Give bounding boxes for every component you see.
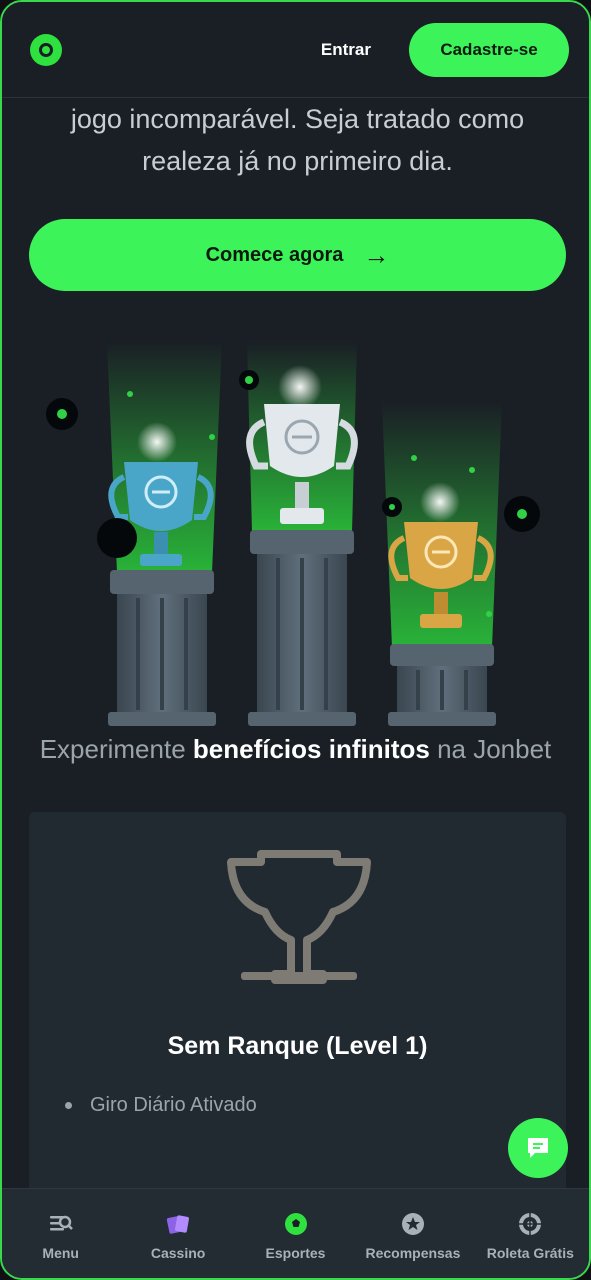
signup-button[interactable]: Cadastre-se (409, 22, 569, 77)
nav-item-cassino[interactable]: Cassino (119, 1189, 236, 1278)
benefits-heading: Experimente benefícios infinitos na Jonb… (2, 734, 589, 765)
login-link[interactable]: Entrar (321, 40, 371, 60)
benefits-prefix: Experimente (39, 734, 186, 764)
hero-line-1: jogo incomparável. Seja tratado como (70, 104, 525, 134)
cards-icon (166, 1215, 190, 1234)
start-now-label: Comece agora (205, 243, 344, 266)
roulette-icon (519, 1213, 542, 1235)
nav-label-cassino: Cassino (150, 1245, 206, 1261)
chat-button[interactable] (508, 1118, 568, 1178)
menu-icon (49, 1215, 73, 1231)
app-frame: Entrar Cadastre-se jogo incomparável. Se… (0, 0, 591, 1280)
nav-label-roleta: Roleta Grátis (486, 1245, 574, 1261)
hero-text: jogo incomparável. Seja tratado como rea… (32, 98, 563, 182)
nav-item-roleta[interactable]: Roleta Grátis (472, 1189, 589, 1278)
nav-label-recompensas: Recompensas (365, 1245, 461, 1261)
star-badge-icon (401, 1213, 424, 1235)
soccer-ball-icon (284, 1213, 307, 1235)
hero-line-2: realeza já no primeiro dia. (142, 146, 453, 176)
bullet-icon (65, 1102, 72, 1109)
jonbet-logo-icon[interactable] (30, 33, 62, 66)
benefits-highlight: benefícios infinitos (192, 734, 430, 764)
arrow-right-icon: → (363, 239, 390, 270)
chat-icon (528, 1138, 548, 1158)
rank-benefit-item: Giro Diário Ativado (65, 1094, 257, 1117)
nav-label-menu: Menu (42, 1245, 79, 1261)
trophies-svg (46, 342, 540, 726)
rank-title: Sem Ranque (Level 1) (167, 1032, 428, 1060)
rank-card: Sem Ranque (Level 1) Giro Diário Ativado (29, 812, 566, 1192)
trophy-outline-icon (227, 850, 371, 984)
nav-item-esportes[interactable]: Esportes (237, 1189, 354, 1278)
nav-item-menu[interactable]: Menu (2, 1189, 119, 1278)
trophies-illustration (42, 342, 552, 732)
rank-benefit-label: Giro Diário Ativado (90, 1094, 257, 1116)
top-header: Entrar Cadastre-se (2, 2, 589, 98)
bottom-nav: Menu Cassino Esportes Recompensas Roleta… (2, 1188, 589, 1278)
start-now-button[interactable]: Comece agora → (29, 219, 566, 291)
nav-item-recompensas[interactable]: Recompensas (354, 1189, 471, 1278)
nav-label-esportes: Esportes (265, 1245, 326, 1261)
benefits-suffix: na Jonbet (437, 734, 552, 764)
